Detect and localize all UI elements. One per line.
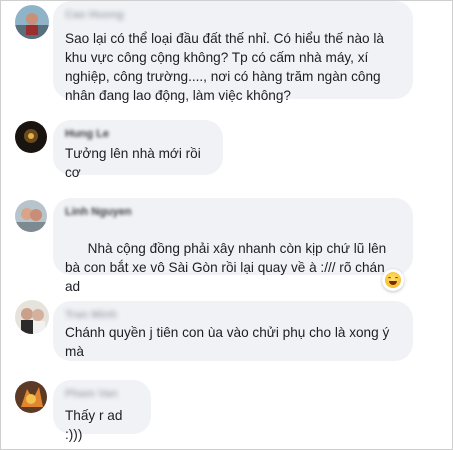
comment-text: Tưởng lên nhà mới rồi cơ <box>65 146 205 180</box>
comment-text-body: Nhà cộng đồng phải xây nhanh còn kịp chứ… <box>65 241 391 294</box>
user-avatar-icon[interactable] <box>15 200 47 232</box>
user-avatar-icon[interactable] <box>15 121 47 153</box>
comment-author[interactable]: Tran Minh <box>65 309 401 321</box>
comment-text: Chánh quyền j tiên con ùa vào chửi phụ c… <box>65 325 394 359</box>
comment-bubble: Cao Huong Sao lại có thể loại đầu đất th… <box>53 1 413 103</box>
comment-author[interactable]: Hung Le <box>65 128 211 140</box>
comment-author[interactable]: Cao Huong <box>65 9 401 21</box>
haha-reaction-icon[interactable] <box>382 269 404 291</box>
comment-bubble: Linh Nguyen Nhà cộng đồng phải xây nhanh… <box>53 198 413 332</box>
user-avatar-icon[interactable] <box>15 300 49 334</box>
comment-text: Thấy r ad :))) <box>65 408 127 442</box>
comments-panel: Cao Huong Sao lại có thể loại đầu đất th… <box>0 0 453 450</box>
comment-bubble: Hung Le Tưởng lên nhà mới rồi cơ <box>53 120 223 180</box>
user-avatar-icon[interactable] <box>15 381 47 413</box>
comment-bubble: Tran Minh Chánh quyền j tiên con ùa vào … <box>53 301 413 361</box>
comment-author[interactable]: Linh Nguyen <box>65 206 401 218</box>
comment-bubble: Pham Van Thấy r ad :))) <box>53 380 151 442</box>
user-avatar-icon[interactable] <box>15 5 49 39</box>
comment-text: Sao lại có thể loại đầu đất thế nhỉ. Có … <box>65 31 388 103</box>
comment-author[interactable]: Pham Van <box>65 388 139 400</box>
